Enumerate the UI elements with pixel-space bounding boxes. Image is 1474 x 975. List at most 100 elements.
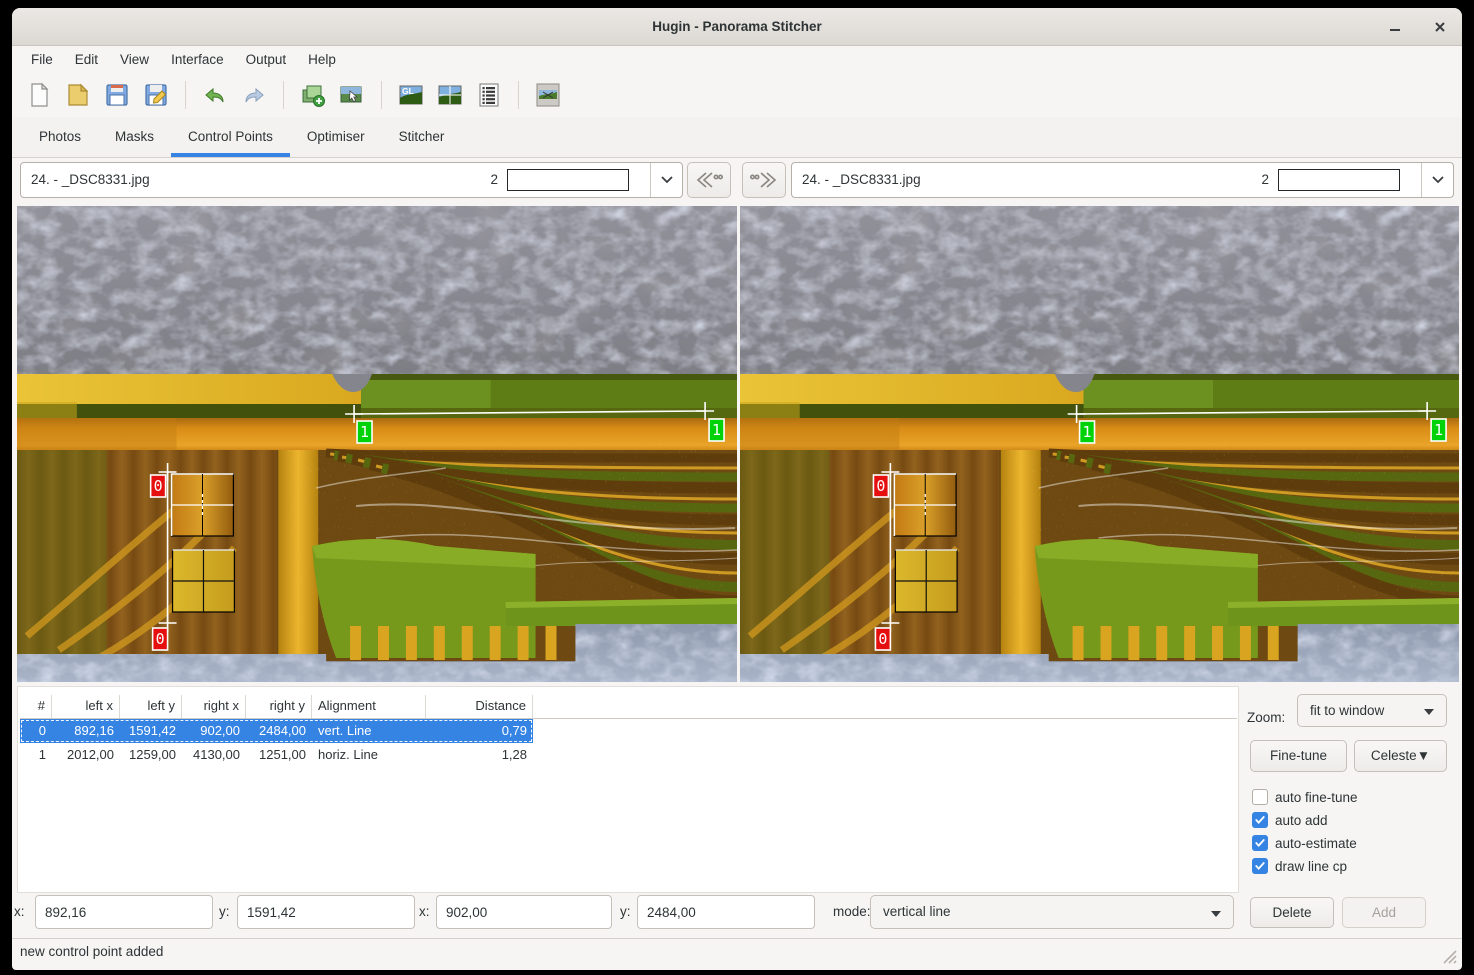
auto-fine-tune-checkbox[interactable] [1252,789,1268,805]
next-pair-icon [749,168,779,192]
row1-right-y: 1251,00 [246,743,312,767]
tab-control-points[interactable]: Control Points [171,117,290,157]
add-time-series-button[interactable] [335,78,369,112]
left-x-label: x: [14,895,25,929]
preview-button[interactable] [433,78,467,112]
menu-interface[interactable]: Interface [160,46,235,73]
menu-edit[interactable]: Edit [64,46,109,73]
chevron-down-icon [1431,174,1445,186]
header-left-y[interactable]: left y [120,695,182,718]
left-y-input[interactable] [237,895,415,929]
auto-fine-tune-row[interactable]: auto fine-tune [1252,788,1358,806]
header-distance[interactable]: Distance [426,695,533,718]
resize-grip[interactable] [1438,945,1458,968]
auto-add-checkbox[interactable] [1252,812,1268,828]
row0-alignment: vert. Line [312,719,426,743]
gl-preview-icon: GL [398,82,424,108]
zoom-label: Zoom: [1247,702,1285,733]
open-document-icon [65,82,91,108]
checkmark-icon [1254,814,1266,826]
header-right-x[interactable]: right x [182,695,246,718]
row1-num: 1 [20,743,52,767]
auto-estimate-label: auto-estimate [1275,836,1357,851]
delete-button[interactable]: Delete [1250,897,1334,928]
add-images-icon [300,82,326,108]
left-x-input[interactable] [35,895,213,929]
right-image-selector[interactable]: 24. - _DSC8331.jpg 2 [791,162,1454,198]
save-project-button[interactable] [100,78,134,112]
toolbar-separator [283,81,284,109]
titlebar[interactable]: Hugin - Panorama Stitcher [12,8,1462,46]
left-image-cp-count: 2 [468,163,498,197]
row0-right-y: 2484,00 [246,719,312,743]
row1-distance: 1,28 [426,743,533,767]
statusbar-divider [12,938,1462,939]
row0-num: 0 [20,719,52,743]
zoom-dropdown-value: fit to window [1310,695,1384,726]
close-button[interactable] [1428,15,1452,39]
minimize-button[interactable] [1383,15,1407,39]
left-selector-dropdown-button[interactable] [650,163,682,197]
tab-stitcher[interactable]: Stitcher [382,117,462,157]
menubar: File Edit View Interface Output Help [12,46,1462,73]
preview-window-icon [437,82,463,108]
auto-add-row[interactable]: auto add [1252,811,1328,829]
new-project-button[interactable] [22,78,56,112]
gl-preview-button[interactable]: GL [394,78,428,112]
menu-file[interactable]: File [20,46,64,73]
right-selector-dropdown-button[interactable] [1421,163,1453,197]
row0-distance: 0,79 [426,719,533,743]
celeste-button[interactable]: Celeste▼ [1354,740,1447,772]
tab-optimiser[interactable]: Optimiser [290,117,382,157]
mode-dropdown[interactable]: vertical line [870,895,1234,929]
save-icon [104,82,130,108]
next-image-pair-button[interactable] [742,162,786,198]
left-image-filename: 24. - _DSC8331.jpg [31,163,150,197]
panorama-preview-icon [535,82,561,108]
row1-right-x: 4130,00 [182,743,246,767]
gl-icon-text: GL [402,86,414,96]
preview-panorama-button[interactable] [531,78,565,112]
toolbar-separator [381,81,382,109]
mode-dropdown-value: vertical line [883,896,951,928]
cp-table-row-0[interactable]: 0 892,16 1591,42 902,00 2484,00 vert. Li… [20,719,533,743]
draw-line-cp-checkbox[interactable] [1252,858,1268,874]
fine-tune-button[interactable]: Fine-tune [1250,740,1347,772]
left-image-selector[interactable]: 24. - _DSC8331.jpg 2 [20,162,683,198]
previous-image-pair-button[interactable] [687,162,731,198]
right-image-progress-bar [1278,169,1400,191]
row0-left-y: 1591,42 [120,719,182,743]
undo-button[interactable] [198,78,232,112]
open-project-button[interactable] [61,78,95,112]
header-right-y[interactable]: right y [246,695,312,718]
zoom-dropdown[interactable]: fit to window [1297,694,1447,727]
left-photo-pane[interactable] [17,206,737,682]
header-alignment[interactable]: Alignment [312,695,426,718]
header-num[interactable]: # [20,695,52,718]
tab-masks[interactable]: Masks [98,117,171,157]
show-control-points-button[interactable] [472,78,506,112]
menu-help[interactable]: Help [297,46,347,73]
tab-photos[interactable]: Photos [22,117,98,157]
auto-estimate-checkbox[interactable] [1252,835,1268,851]
auto-fine-tune-label: auto fine-tune [1275,790,1358,805]
redo-button[interactable] [237,78,271,112]
draw-line-cp-label: draw line cp [1275,859,1347,874]
add-images-button[interactable] [296,78,330,112]
menu-view[interactable]: View [109,46,160,73]
row1-left-y: 1259,00 [120,743,182,767]
right-x-label: x: [419,895,430,929]
hugin-window: Hugin - Panorama Stitcher File Edit View… [12,8,1462,970]
save-as-button[interactable] [139,78,173,112]
cp-table-row-1[interactable]: 1 2012,00 1259,00 4130,00 1251,00 horiz.… [20,743,533,767]
right-x-input[interactable] [436,895,612,929]
add-button[interactable]: Add [1342,897,1426,928]
auto-estimate-row[interactable]: auto-estimate [1252,834,1357,852]
right-y-input[interactable] [637,895,815,929]
header-left-x[interactable]: left x [52,695,120,718]
window-title: Hugin - Panorama Stitcher [12,8,1462,46]
draw-line-cp-row[interactable]: draw line cp [1252,857,1347,875]
right-photo-pane[interactable] [740,206,1459,682]
cp-table-header[interactable]: # left x left y right x right y Alignmen… [20,695,533,718]
menu-output[interactable]: Output [235,46,298,73]
